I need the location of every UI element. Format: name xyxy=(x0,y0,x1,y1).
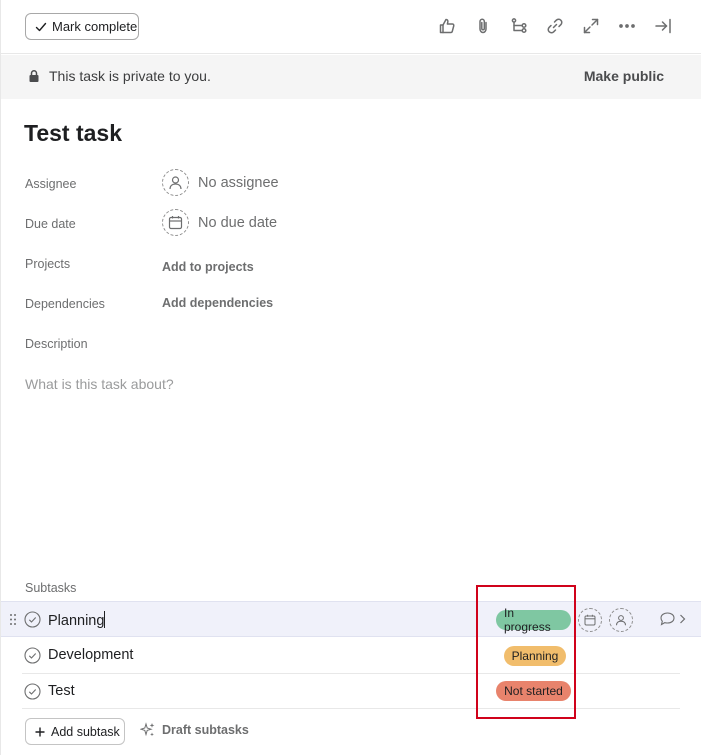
complete-subtask-icon[interactable] xyxy=(24,611,41,628)
close-panel-icon[interactable] xyxy=(652,15,674,37)
chevron-right-icon[interactable] xyxy=(679,614,686,624)
due-date-value: No due date xyxy=(198,214,278,231)
assignee-label: Assignee xyxy=(25,177,77,191)
subtask-icon[interactable] xyxy=(508,15,530,37)
subtask-due-date-button[interactable] xyxy=(578,608,602,632)
draft-subtasks-button[interactable]: Draft subtasks xyxy=(140,722,249,738)
row-divider xyxy=(22,708,680,709)
private-banner: This task is private to you. Make public xyxy=(1,55,701,99)
like-icon[interactable] xyxy=(436,15,458,37)
projects-label: Projects xyxy=(25,257,71,271)
subtask-row[interactable]: Planning In progress xyxy=(1,601,701,637)
due-date-placeholder xyxy=(162,209,189,236)
subtask-row[interactable]: Development Planning xyxy=(1,638,701,674)
draft-subtasks-label: Draft subtasks xyxy=(162,723,249,737)
add-dependencies-link[interactable]: Add dependencies xyxy=(162,296,273,310)
subtask-name[interactable]: Test xyxy=(48,683,75,699)
sparkle-icon xyxy=(140,722,155,737)
make-public-button[interactable]: Make public xyxy=(584,68,664,84)
description-editor[interactable]: What is this task about? xyxy=(25,376,174,392)
drag-handle-icon[interactable] xyxy=(9,613,17,626)
complete-subtask-icon[interactable] xyxy=(24,683,41,700)
status-badge[interactable]: In progress xyxy=(496,606,571,634)
task-title[interactable]: Test task xyxy=(24,120,122,147)
status-badge[interactable]: Not started xyxy=(496,681,571,701)
check-icon xyxy=(35,22,47,31)
mark-complete-label: Mark complete xyxy=(52,19,138,34)
plus-icon xyxy=(35,727,45,736)
private-banner-text: This task is private to you. xyxy=(49,68,211,84)
add-subtask-button[interactable]: Add subtask xyxy=(25,718,125,745)
attachment-icon[interactable] xyxy=(472,15,494,37)
lock-icon xyxy=(29,70,39,82)
add-subtask-label: Add subtask xyxy=(51,724,120,739)
subtask-assignee-button[interactable] xyxy=(609,608,633,632)
link-icon[interactable] xyxy=(544,15,566,37)
person-icon xyxy=(169,176,182,190)
status-badge[interactable]: Planning xyxy=(504,646,566,666)
description-label: Description xyxy=(25,337,88,351)
add-to-projects-link[interactable]: Add to projects xyxy=(162,260,254,274)
task-toolbar: Mark complete xyxy=(0,0,701,54)
calendar-icon xyxy=(168,216,183,230)
more-icon[interactable] xyxy=(616,15,638,37)
due-date-field[interactable]: No due date xyxy=(162,209,277,236)
dependencies-label: Dependencies xyxy=(25,297,105,311)
comment-icon[interactable] xyxy=(659,611,677,627)
subtasks-label: Subtasks xyxy=(25,581,77,595)
subtask-name-input[interactable]: Planning xyxy=(48,611,106,629)
assignee-avatar-placeholder xyxy=(162,169,189,196)
expand-icon[interactable] xyxy=(580,15,602,37)
calendar-icon xyxy=(584,614,596,626)
person-icon xyxy=(616,615,626,626)
mark-complete-button[interactable]: Mark complete xyxy=(25,13,139,40)
due-date-label: Due date xyxy=(25,217,76,231)
assignee-field[interactable]: No assignee xyxy=(162,169,279,196)
complete-subtask-icon[interactable] xyxy=(24,647,41,664)
subtask-name[interactable]: Development xyxy=(48,647,133,663)
assignee-value: No assignee xyxy=(198,174,279,191)
subtask-row[interactable]: Test Not started xyxy=(1,674,701,710)
